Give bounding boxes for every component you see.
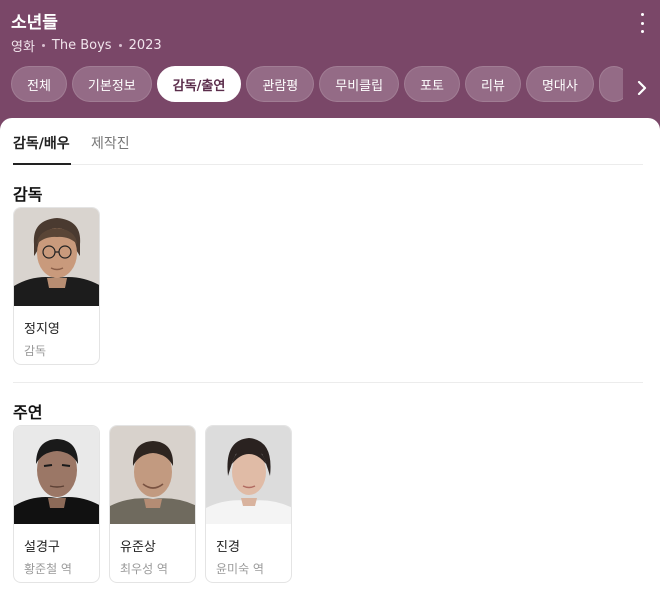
subtab-director-actors[interactable]: 감독/배우 — [13, 130, 71, 165]
meta-separator — [41, 44, 45, 47]
tab-basic-info[interactable]: 기본정보 — [71, 66, 152, 102]
category-tabs: 전체 기본정보 감독/출연 관람평 무비클립 포토 리뷰 명대사 — [11, 66, 623, 102]
content-panel: 감독/배우 제작진 감독 정지영 감독 주연 설경구 황준철 역 유준상 최우성… — [0, 118, 660, 597]
person-photo — [206, 426, 291, 524]
section-divider — [13, 382, 643, 383]
sub-tabs: 감독/배우 제작진 — [13, 130, 643, 165]
section-title-cast: 주연 — [13, 403, 43, 422]
tab-quotes[interactable]: 명대사 — [525, 66, 594, 102]
chevron-right-icon[interactable] — [628, 70, 656, 106]
person-photo — [14, 426, 99, 524]
subtab-crew[interactable]: 제작진 — [91, 130, 141, 165]
tab-movie-clips[interactable]: 무비클립 — [319, 66, 400, 102]
person-photo — [110, 426, 195, 524]
tab-cast[interactable]: 감독/출연 — [156, 66, 242, 102]
meta-genre: 영화 — [11, 40, 35, 55]
meta-separator — [118, 44, 122, 47]
meta-year: 2023 — [128, 38, 162, 53]
person-name: 진경 — [216, 540, 240, 555]
person-role: 윤미숙 역 — [216, 562, 264, 576]
movie-title: 소년들 — [11, 13, 58, 33]
person-role: 황준철 역 — [24, 562, 72, 576]
kebab-menu-icon[interactable] — [636, 13, 648, 33]
person-name: 설경구 — [24, 540, 60, 555]
meta-english-title: The Boys — [51, 38, 112, 53]
person-card[interactable]: 정지영 감독 — [13, 207, 100, 365]
person-card[interactable]: 진경 윤미숙 역 — [205, 425, 292, 583]
movie-header: 소년들 영화 The Boys 2023 전체 기본정보 감독/출연 관람평 무… — [0, 0, 660, 130]
person-card[interactable]: 설경구 황준철 역 — [13, 425, 100, 583]
person-name: 유준상 — [120, 540, 156, 555]
tab-overflow[interactable] — [598, 66, 623, 102]
person-role: 감독 — [24, 344, 47, 358]
person-photo — [14, 208, 99, 306]
movie-meta: 영화 The Boys 2023 — [11, 36, 162, 55]
tab-photos[interactable]: 포토 — [404, 66, 461, 102]
tab-all[interactable]: 전체 — [11, 66, 67, 102]
section-title-director: 감독 — [13, 185, 43, 204]
tab-reviews[interactable]: 리뷰 — [465, 66, 521, 102]
person-name: 정지영 — [24, 322, 60, 337]
tab-reviews-rating[interactable]: 관람평 — [246, 66, 315, 102]
person-card[interactable]: 유준상 최우성 역 — [109, 425, 196, 583]
person-role: 최우성 역 — [120, 562, 168, 576]
